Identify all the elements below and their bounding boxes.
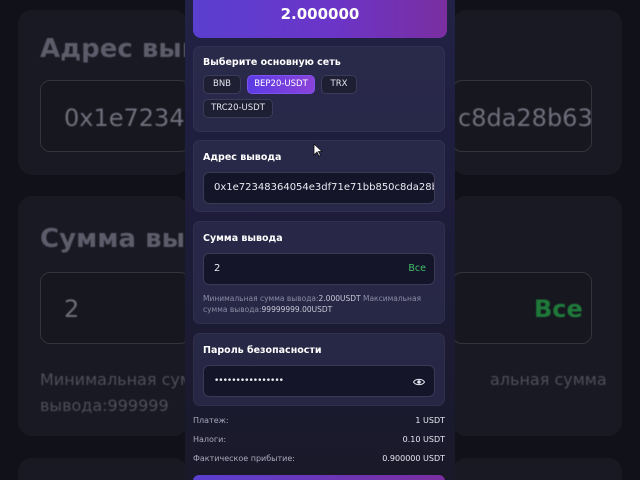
amount-title: Сумма вывода [203,233,283,244]
balance-value: 2.000000 [280,5,360,23]
bg-hint-left-1: Минимальная сумм [40,370,204,389]
hint-min-label: Минимальная сумма вывода: [203,294,319,303]
bg-bottom-card-right [452,458,622,480]
bg-hint-left-2: вывода:999999 [40,396,169,415]
tax-row: Налоги: 0.10 USDT [193,435,445,444]
profit-label: Фактическое прибытие: [193,454,295,463]
hint-min-value: 2.000USDT [318,294,361,303]
bg-amount-input-left [40,272,190,344]
amount-hint: Минимальная сумма вывода:2.000USDT Макси… [203,293,438,315]
fee-row: Платеж: 1 USDT [193,416,445,425]
bg-address-right: c8da28b63 [458,104,593,132]
mouse-cursor-icon [313,143,323,157]
network-title: Выберите основную сеть [203,57,341,68]
address-title: Адрес вывода [203,152,282,163]
password-card: Пароль безопасности •••••••••••••••• [193,333,445,406]
network-option-trc20-usdt[interactable]: TRC20-USDT [203,99,273,118]
hint-max-value: 99999999.00USDT [261,305,333,314]
bg-address-left: 0x1e72348 [64,104,200,132]
address-input[interactable]: 0x1e72348364054e3df71e71bb850c8da28b63 [203,172,435,204]
fee-value: 1 USDT [415,416,445,425]
network-option-bnb[interactable]: BNB [203,75,241,94]
submit-button[interactable] [193,475,445,480]
tax-value: 0.10 USDT [402,435,445,444]
all-button[interactable]: Все [408,254,426,284]
screen: Адрес вывод 0x1e72348 c8da28b63 Сумма вы… [0,0,640,480]
fee-label: Платеж: [193,416,229,425]
profit-row: Фактическое прибытие: 0.900000 USDT [193,454,445,463]
balance-banner: 2.000000 [193,0,447,38]
amount-input[interactable]: 2 Все [203,253,435,285]
bg-hint-right-1: альная сумма [490,370,607,389]
amount-value: 2 [214,263,221,274]
network-option-trx[interactable]: TRX [321,75,357,94]
password-title: Пароль безопасности [203,345,322,356]
password-input[interactable]: •••••••••••••••• [203,365,435,397]
bg-amount-value: 2 [64,295,80,323]
network-card: Выберите основную сеть BNB BEP20-USDT TR… [193,46,445,132]
profit-value: 0.900000 USDT [382,454,445,463]
bg-bottom-card [18,458,188,480]
eye-icon[interactable] [413,376,425,388]
tax-label: Налоги: [193,435,227,444]
bg-all-label: Все [534,295,583,323]
network-option-bep20-usdt[interactable]: BEP20-USDT [247,75,315,94]
amount-card: Сумма вывода 2 Все Минимальная сумма выв… [193,221,445,324]
password-masked: •••••••••••••••• [214,376,284,386]
withdraw-form: 2.000000 Выберите основную сеть BNB BEP2… [185,0,455,480]
